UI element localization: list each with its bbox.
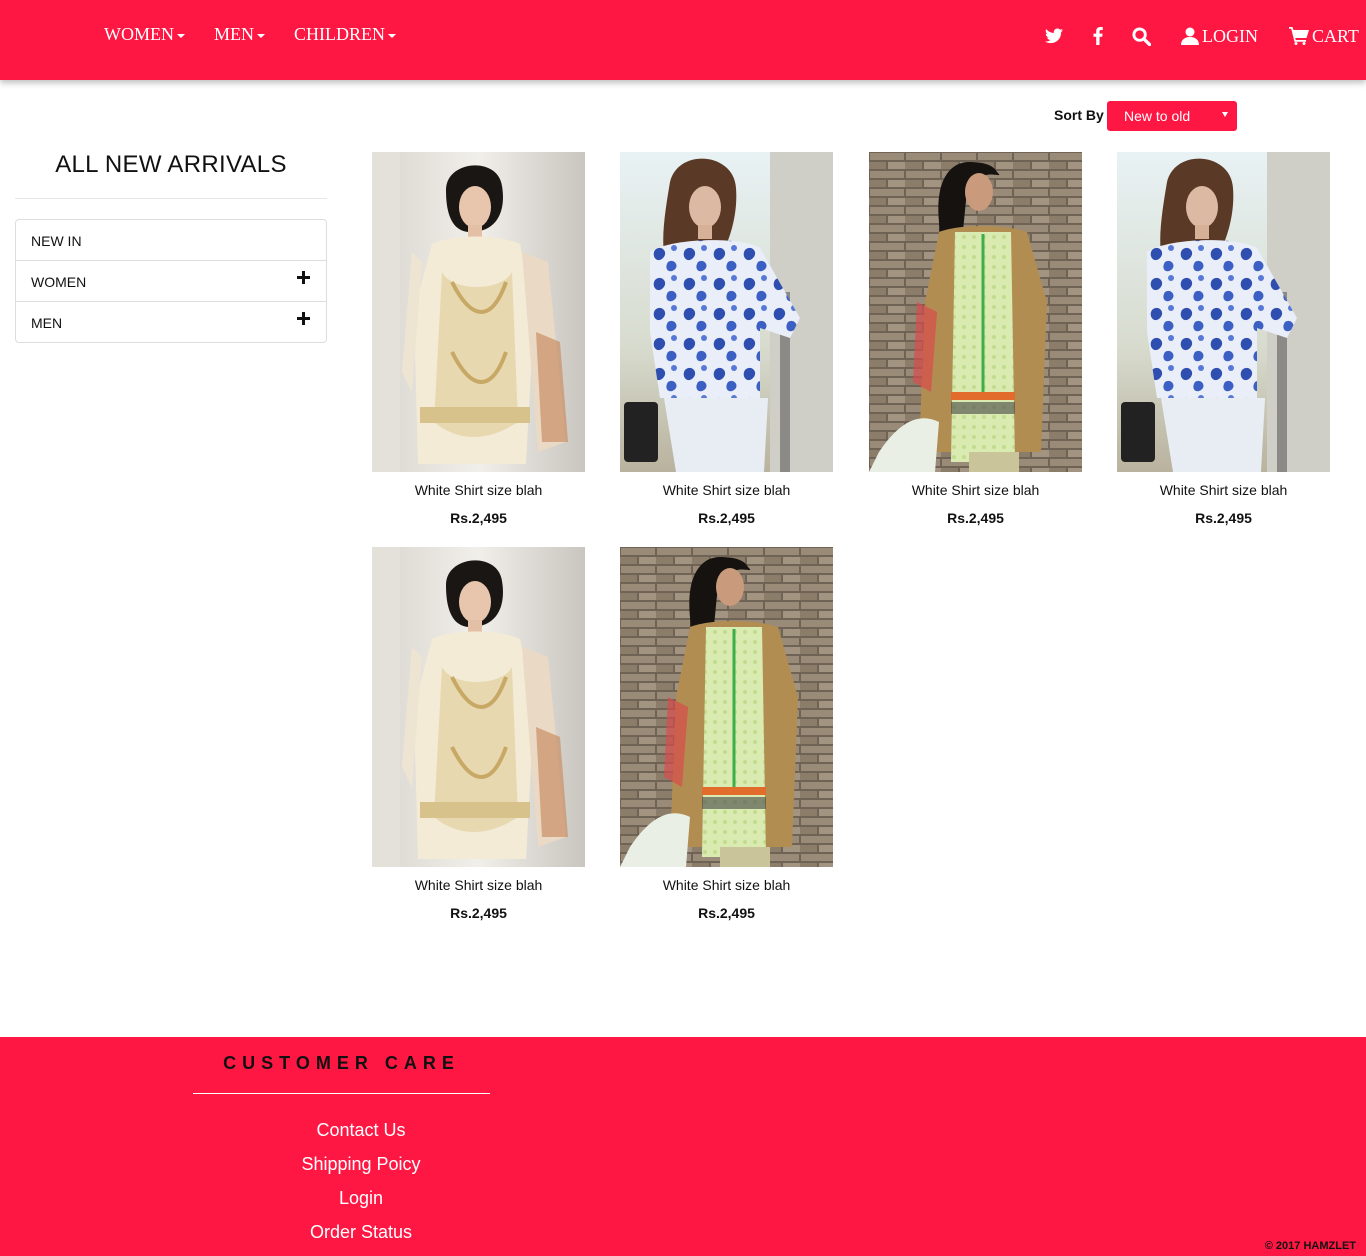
product-name[interactable]: White Shirt size blah: [372, 877, 585, 893]
product-name[interactable]: White Shirt size blah: [869, 482, 1082, 498]
product-card[interactable]: White Shirt size blah Rs.2,495: [620, 547, 833, 921]
sort-select[interactable]: New to old: [1107, 101, 1237, 131]
sort-selected-value: New to old: [1124, 108, 1191, 124]
cart-link[interactable]: CART: [1289, 22, 1359, 50]
product-card[interactable]: White Shirt size blah Rs.2,495: [372, 547, 585, 921]
product-image[interactable]: [372, 152, 585, 472]
sidebar-item-new-in[interactable]: NEW IN: [16, 220, 326, 260]
login-link[interactable]: LOGIN: [1181, 22, 1258, 50]
customer-care-title: CUSTOMER CARE: [223, 1053, 460, 1073]
sidebar-divider: [15, 198, 327, 199]
plus-icon[interactable]: [297, 312, 310, 325]
sidebar-item-women[interactable]: WOMEN: [16, 260, 326, 301]
footer-link-login[interactable]: Login: [193, 1188, 529, 1222]
footer-link-order-status[interactable]: Order Status: [193, 1222, 529, 1256]
sidebar-item-men[interactable]: MEN: [16, 301, 326, 342]
search-icon[interactable]: [1132, 22, 1151, 50]
sidebar-item-label: NEW IN: [31, 233, 82, 249]
product-price: Rs.2,495: [698, 510, 755, 526]
sidebar-item-label: MEN: [31, 315, 63, 331]
product-card[interactable]: White Shirt size blah Rs.2,495: [372, 152, 585, 526]
user-icon: [1181, 27, 1199, 45]
product-image[interactable]: [620, 152, 833, 472]
customer-care-divider: [193, 1093, 490, 1094]
sort-label: Sort By: [1054, 107, 1104, 123]
product-image[interactable]: [1117, 152, 1330, 472]
product-card[interactable]: White Shirt size blah Rs.2,495: [869, 152, 1082, 526]
cart-icon: [1289, 27, 1309, 45]
nav-actions: LOGIN CART: [0, 22, 1366, 50]
footer: CUSTOMER CARE Contact Us Shipping Poicy …: [0, 1037, 1366, 1256]
category-list: NEW IN WOMEN MEN: [15, 219, 327, 343]
footer-link-contact-us[interactable]: Contact Us: [193, 1120, 529, 1154]
product-card[interactable]: White Shirt size blah Rs.2,495: [1117, 152, 1330, 526]
product-price: Rs.2,495: [947, 510, 1004, 526]
product-name[interactable]: White Shirt size blah: [372, 482, 585, 498]
product-name[interactable]: White Shirt size blah: [1117, 482, 1330, 498]
product-name[interactable]: White Shirt size blah: [620, 877, 833, 893]
plus-icon[interactable]: [297, 271, 310, 284]
product-name[interactable]: White Shirt size blah: [620, 482, 833, 498]
footer-link-shipping-policy[interactable]: Shipping Poicy: [193, 1154, 529, 1188]
top-navbar: WOMEN MEN CHILDREN LOGIN CART: [0, 0, 1366, 80]
product-image[interactable]: [620, 547, 833, 867]
sidebar-title: ALL NEW ARRIVALS: [55, 151, 287, 178]
customer-care-links: Contact Us Shipping Poicy Login Order St…: [193, 1120, 529, 1256]
product-price: Rs.2,495: [450, 510, 507, 526]
copyright: © 2017 HAMZLET: [1264, 1240, 1356, 1252]
product-card[interactable]: White Shirt size blah Rs.2,495: [620, 152, 833, 526]
cart-label: CART: [1312, 25, 1359, 46]
product-image[interactable]: [372, 547, 585, 867]
product-price: Rs.2,495: [450, 905, 507, 921]
product-image[interactable]: [869, 152, 1082, 472]
sidebar-item-label: WOMEN: [31, 274, 87, 290]
dropdown-arrow-icon: [1222, 112, 1228, 117]
product-price: Rs.2,495: [698, 905, 755, 921]
twitter-icon[interactable]: [1045, 22, 1063, 50]
facebook-icon[interactable]: [1093, 22, 1103, 50]
login-label: LOGIN: [1202, 25, 1258, 46]
product-price: Rs.2,495: [1195, 510, 1252, 526]
